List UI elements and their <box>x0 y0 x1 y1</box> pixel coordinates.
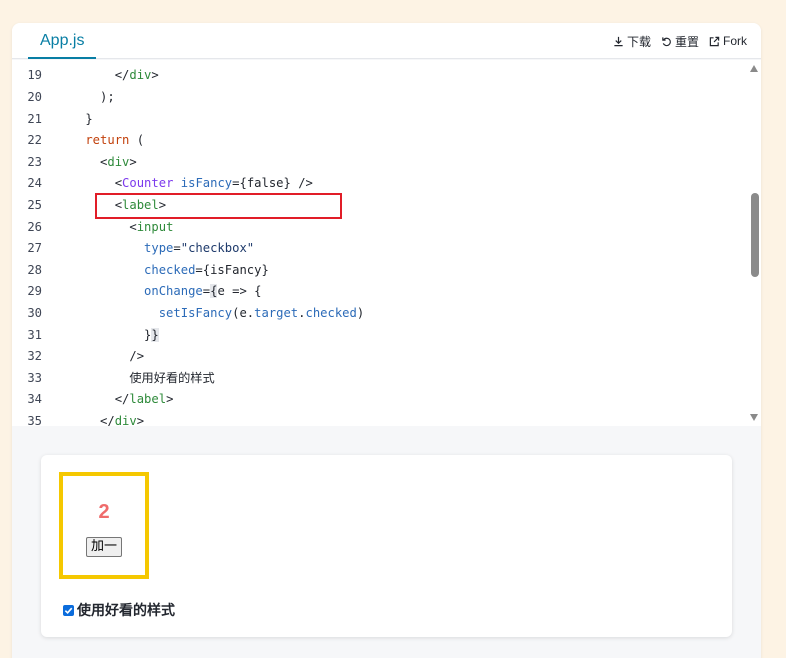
code-line: 28 checked={isFancy} <box>12 260 748 282</box>
vertical-scrollbar[interactable] <box>748 60 761 426</box>
code-text: /> <box>56 349 145 364</box>
code-line: 22 return ( <box>12 130 748 152</box>
line-number: 31 <box>27 327 42 342</box>
line-number: 30 <box>27 306 42 320</box>
code-line: 19 </div> <box>12 65 748 87</box>
code-text: <div> <box>56 154 137 169</box>
external-link-icon <box>709 36 720 46</box>
fancy-checkbox-row[interactable]: 使用好看的样式 <box>63 600 175 620</box>
counter-highlight-box: 2 加一 <box>59 472 149 579</box>
fork-label: Fork <box>723 34 747 48</box>
red-highlight-box <box>95 193 342 219</box>
code-text: onChange={e => { <box>56 284 262 299</box>
code-text: 使用好看的样式 <box>56 370 215 385</box>
line-number: 23 <box>27 154 42 169</box>
code-line: 30 setIsFancy(e.target.checked) <box>12 303 748 325</box>
reset-button[interactable]: 重置 <box>661 33 699 50</box>
code-line: 31 }} <box>12 325 748 347</box>
line-number: 29 <box>27 284 42 299</box>
line-number: 35 <box>27 414 42 426</box>
line-number: 28 <box>27 262 42 277</box>
editor-actions: 下载 重置 Fork <box>613 23 747 59</box>
code-text: </label> <box>56 392 174 407</box>
sandbox-container: App.js 下载 重置 Fork 19 </div> 20 ); 21 } 22 r… <box>12 23 761 658</box>
line-number: 24 <box>27 176 42 191</box>
fancy-checkbox[interactable] <box>63 604 74 616</box>
counter-value: 2 <box>98 501 110 523</box>
code-line: 23 <div> <box>12 152 748 174</box>
fork-button[interactable]: Fork <box>709 34 747 48</box>
code-text: <input <box>56 219 174 234</box>
code-line: 33 使用好看的样式 <box>12 368 748 390</box>
code-line: 21 } <box>12 109 748 131</box>
editor-tabbar: App.js 下载 重置 Fork <box>12 23 761 59</box>
download-label: 下载 <box>626 34 651 49</box>
scroll-up-arrow-icon[interactable] <box>750 65 758 72</box>
line-number: 22 <box>27 133 42 148</box>
code-line: 20 ); <box>12 87 748 109</box>
scroll-thumb[interactable] <box>751 193 759 277</box>
download-icon <box>614 36 623 46</box>
line-number: 32 <box>27 349 42 364</box>
line-number: 25 <box>27 198 42 212</box>
code-text: <Counter isFancy={false} /> <box>56 176 313 191</box>
code-text: checked={isFancy} <box>56 262 269 277</box>
check-icon <box>64 607 73 614</box>
code-text: }} <box>56 327 159 342</box>
code-text: return ( <box>56 133 145 148</box>
reset-label: 重置 <box>674 34 699 49</box>
line-number: 19 <box>27 68 42 83</box>
fancy-checkbox-label: 使用好看的样式 <box>77 603 175 619</box>
code-line: 29 onChange={e => { <box>12 281 748 303</box>
download-button[interactable]: 下载 <box>613 33 651 50</box>
code-text: setIsFancy(e.target.checked) <box>56 306 365 320</box>
line-number: 26 <box>27 219 42 234</box>
code-text: } <box>56 111 93 126</box>
code-text: ); <box>56 90 115 104</box>
code-line: 24 <Counter isFancy={false} /> <box>12 173 748 195</box>
code-line: 34 </label> <box>12 389 748 411</box>
code-editor[interactable]: 19 </div> 20 ); 21 } 22 return (23 <div> 24 … <box>12 60 761 426</box>
code-line: 26 <input <box>12 217 748 239</box>
add-one-button[interactable]: 加一 <box>86 537 122 557</box>
scroll-down-arrow-icon[interactable] <box>750 414 758 421</box>
line-number: 27 <box>27 241 42 256</box>
line-number: 20 <box>27 90 42 104</box>
preview-panel: 2 加一 使用好看的样式 <box>41 455 732 637</box>
code-text: type="checkbox" <box>56 241 255 256</box>
code-line: 35 </div> <box>12 411 748 426</box>
line-number: 34 <box>27 392 42 407</box>
code-text: </div> <box>56 414 145 426</box>
code-line: 32 /> <box>12 346 748 368</box>
line-number: 33 <box>27 370 42 385</box>
line-number: 21 <box>27 111 42 126</box>
tab-app-js[interactable]: App.js <box>28 23 97 59</box>
code-text: </div> <box>56 68 159 83</box>
reset-icon <box>662 36 671 46</box>
code-line: 27 type="checkbox" <box>12 238 748 260</box>
